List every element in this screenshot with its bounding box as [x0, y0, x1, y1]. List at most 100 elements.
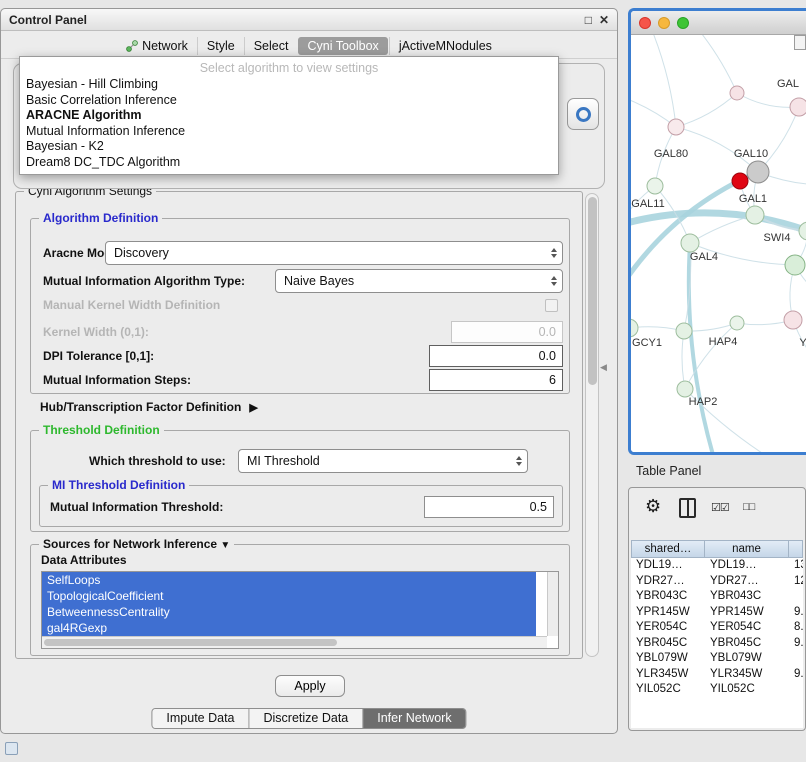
- table-row[interactable]: YLR345WYLR345W9.: [631, 667, 803, 683]
- network-node[interactable]: [730, 316, 744, 330]
- table-cell[interactable]: YIL052C: [705, 682, 789, 698]
- algorithm-settings-button[interactable]: [567, 98, 599, 130]
- zoom-button[interactable]: [677, 17, 689, 29]
- list-horizontal-scrollbar[interactable]: [42, 636, 547, 648]
- tab-select[interactable]: Select: [244, 37, 298, 55]
- tab-impute-data[interactable]: Impute Data: [152, 709, 248, 728]
- network-edge[interactable]: [758, 107, 799, 172]
- network-node[interactable]: [681, 234, 699, 252]
- table-cell[interactable]: YPR145W: [631, 605, 705, 621]
- network-node[interactable]: [790, 98, 806, 116]
- table-column-header[interactable]: name: [705, 540, 789, 558]
- deselect-all-icon[interactable]: □□: [743, 501, 754, 513]
- network-edge[interactable]: [690, 215, 755, 243]
- algorithm-option[interactable]: Bayesian - Hill Climbing: [20, 77, 558, 93]
- columns-icon[interactable]: [679, 498, 696, 518]
- table-cell[interactable]: 13: [789, 558, 803, 574]
- table-row[interactable]: YDL19…YDL19…13: [631, 558, 803, 574]
- network-node[interactable]: [730, 86, 744, 100]
- mi-type-select[interactable]: Naive Bayes: [275, 269, 563, 293]
- table-cell[interactable]: 9.: [789, 605, 803, 621]
- table-cell[interactable]: YPR145W: [705, 605, 789, 621]
- table-cell[interactable]: YER054C: [705, 620, 789, 636]
- settings-scrollbar[interactable]: [585, 193, 599, 657]
- table-cell[interactable]: YBR045C: [631, 636, 705, 652]
- network-node[interactable]: [785, 255, 805, 275]
- minimized-panel-icon[interactable]: [5, 742, 18, 755]
- table-row[interactable]: YIL052CYIL052C: [631, 682, 803, 698]
- network-node[interactable]: [631, 319, 638, 337]
- table-cell[interactable]: YBR043C: [631, 589, 705, 605]
- network-node[interactable]: [784, 311, 802, 329]
- network-node[interactable]: [747, 161, 769, 183]
- mi-threshold-field[interactable]: [424, 496, 554, 518]
- aracne-mode-select[interactable]: Discovery: [105, 241, 563, 265]
- network-edge[interactable]: [682, 331, 685, 389]
- settings-scroll-thumb[interactable]: [588, 197, 597, 385]
- algorithm-option[interactable]: Bayesian - K2: [20, 139, 558, 155]
- tab-infer-network[interactable]: Infer Network: [362, 709, 465, 728]
- tab-discretize-data[interactable]: Discretize Data: [249, 709, 363, 728]
- table-cell[interactable]: [789, 682, 803, 698]
- table-cell[interactable]: YDL19…: [705, 558, 789, 574]
- table-row[interactable]: YER054CYER054C8.: [631, 620, 803, 636]
- data-attribute-item[interactable]: BetweennessCentrality: [42, 604, 536, 620]
- network-node[interactable]: [668, 119, 684, 135]
- tab-style[interactable]: Style: [197, 37, 244, 55]
- table-cell[interactable]: YDL19…: [631, 558, 705, 574]
- hub-section-toggle[interactable]: Hub/Transcription Factor Definition ▶: [40, 400, 258, 414]
- gear-icon[interactable]: ⚙: [645, 496, 661, 516]
- dpi-tolerance-field[interactable]: [429, 345, 563, 367]
- tab-network[interactable]: Network: [117, 37, 197, 55]
- network-edge[interactable]: [676, 93, 737, 127]
- table-row[interactable]: YBR043CYBR043C: [631, 589, 803, 605]
- horizontal-scroll-thumb[interactable]: [44, 639, 337, 646]
- network-node[interactable]: [677, 381, 693, 397]
- close-panel-icon[interactable]: ✕: [599, 14, 609, 26]
- table-cell[interactable]: YDR27…: [705, 574, 789, 590]
- table-column-header[interactable]: [789, 540, 803, 558]
- sources-group-toggle[interactable]: Sources for Network Inference ▼: [39, 537, 234, 551]
- table-column-header[interactable]: shared…: [631, 540, 705, 558]
- network-node[interactable]: [647, 178, 663, 194]
- panel-collapse-arrow-icon[interactable]: ◀: [600, 362, 607, 373]
- algorithm-option[interactable]: Dream8 DC_TDC Algorithm: [20, 155, 558, 171]
- network-edge[interactable]: [693, 35, 737, 93]
- mi-steps-field[interactable]: [429, 369, 563, 391]
- table-cell[interactable]: [789, 651, 803, 667]
- table-cell[interactable]: YER054C: [631, 620, 705, 636]
- data-attribute-item[interactable]: SelfLoops: [42, 572, 536, 588]
- network-node[interactable]: [732, 173, 748, 189]
- table-cell[interactable]: YIL052C: [631, 682, 705, 698]
- table-cell[interactable]: [789, 589, 803, 605]
- table-row[interactable]: YDR27…YDR27…12: [631, 574, 803, 590]
- list-vertical-scrollbar[interactable]: [547, 572, 558, 636]
- select-all-icon[interactable]: ☑☑: [711, 501, 729, 514]
- table-cell[interactable]: 9.: [789, 636, 803, 652]
- which-threshold-select[interactable]: MI Threshold: [238, 449, 528, 473]
- network-node[interactable]: [746, 206, 764, 224]
- float-window-icon[interactable]: □: [585, 14, 592, 26]
- network-edge[interactable]: [649, 35, 676, 127]
- network-scrollbar-corner[interactable]: [794, 35, 806, 50]
- network-window-titlebar[interactable]: [631, 11, 806, 35]
- close-button[interactable]: [639, 17, 651, 29]
- table-row[interactable]: YBL079WYBL079W: [631, 651, 803, 667]
- network-node[interactable]: [676, 323, 692, 339]
- table-cell[interactable]: YDR27…: [631, 574, 705, 590]
- table-cell[interactable]: YBL079W: [705, 651, 789, 667]
- table-row[interactable]: YBR045CYBR045C9.: [631, 636, 803, 652]
- table-row[interactable]: YPR145WYPR145W9.: [631, 605, 803, 621]
- table-cell[interactable]: 12: [789, 574, 803, 590]
- table-cell[interactable]: YBR043C: [705, 589, 789, 605]
- table-cell[interactable]: 9.: [789, 667, 803, 683]
- table-cell[interactable]: YLR345W: [705, 667, 789, 683]
- table-cell[interactable]: YBR045C: [705, 636, 789, 652]
- algorithm-option[interactable]: Mutual Information Inference: [20, 124, 558, 140]
- data-attribute-item[interactable]: TopologicalCoefficient: [42, 588, 536, 604]
- table-cell[interactable]: YLR345W: [631, 667, 705, 683]
- algorithm-option[interactable]: ARACNE Algorithm: [20, 108, 558, 124]
- control-panel-titlebar[interactable]: Control Panel □ ✕: [1, 9, 617, 31]
- minimize-button[interactable]: [658, 17, 670, 29]
- table-cell[interactable]: 8.: [789, 620, 803, 636]
